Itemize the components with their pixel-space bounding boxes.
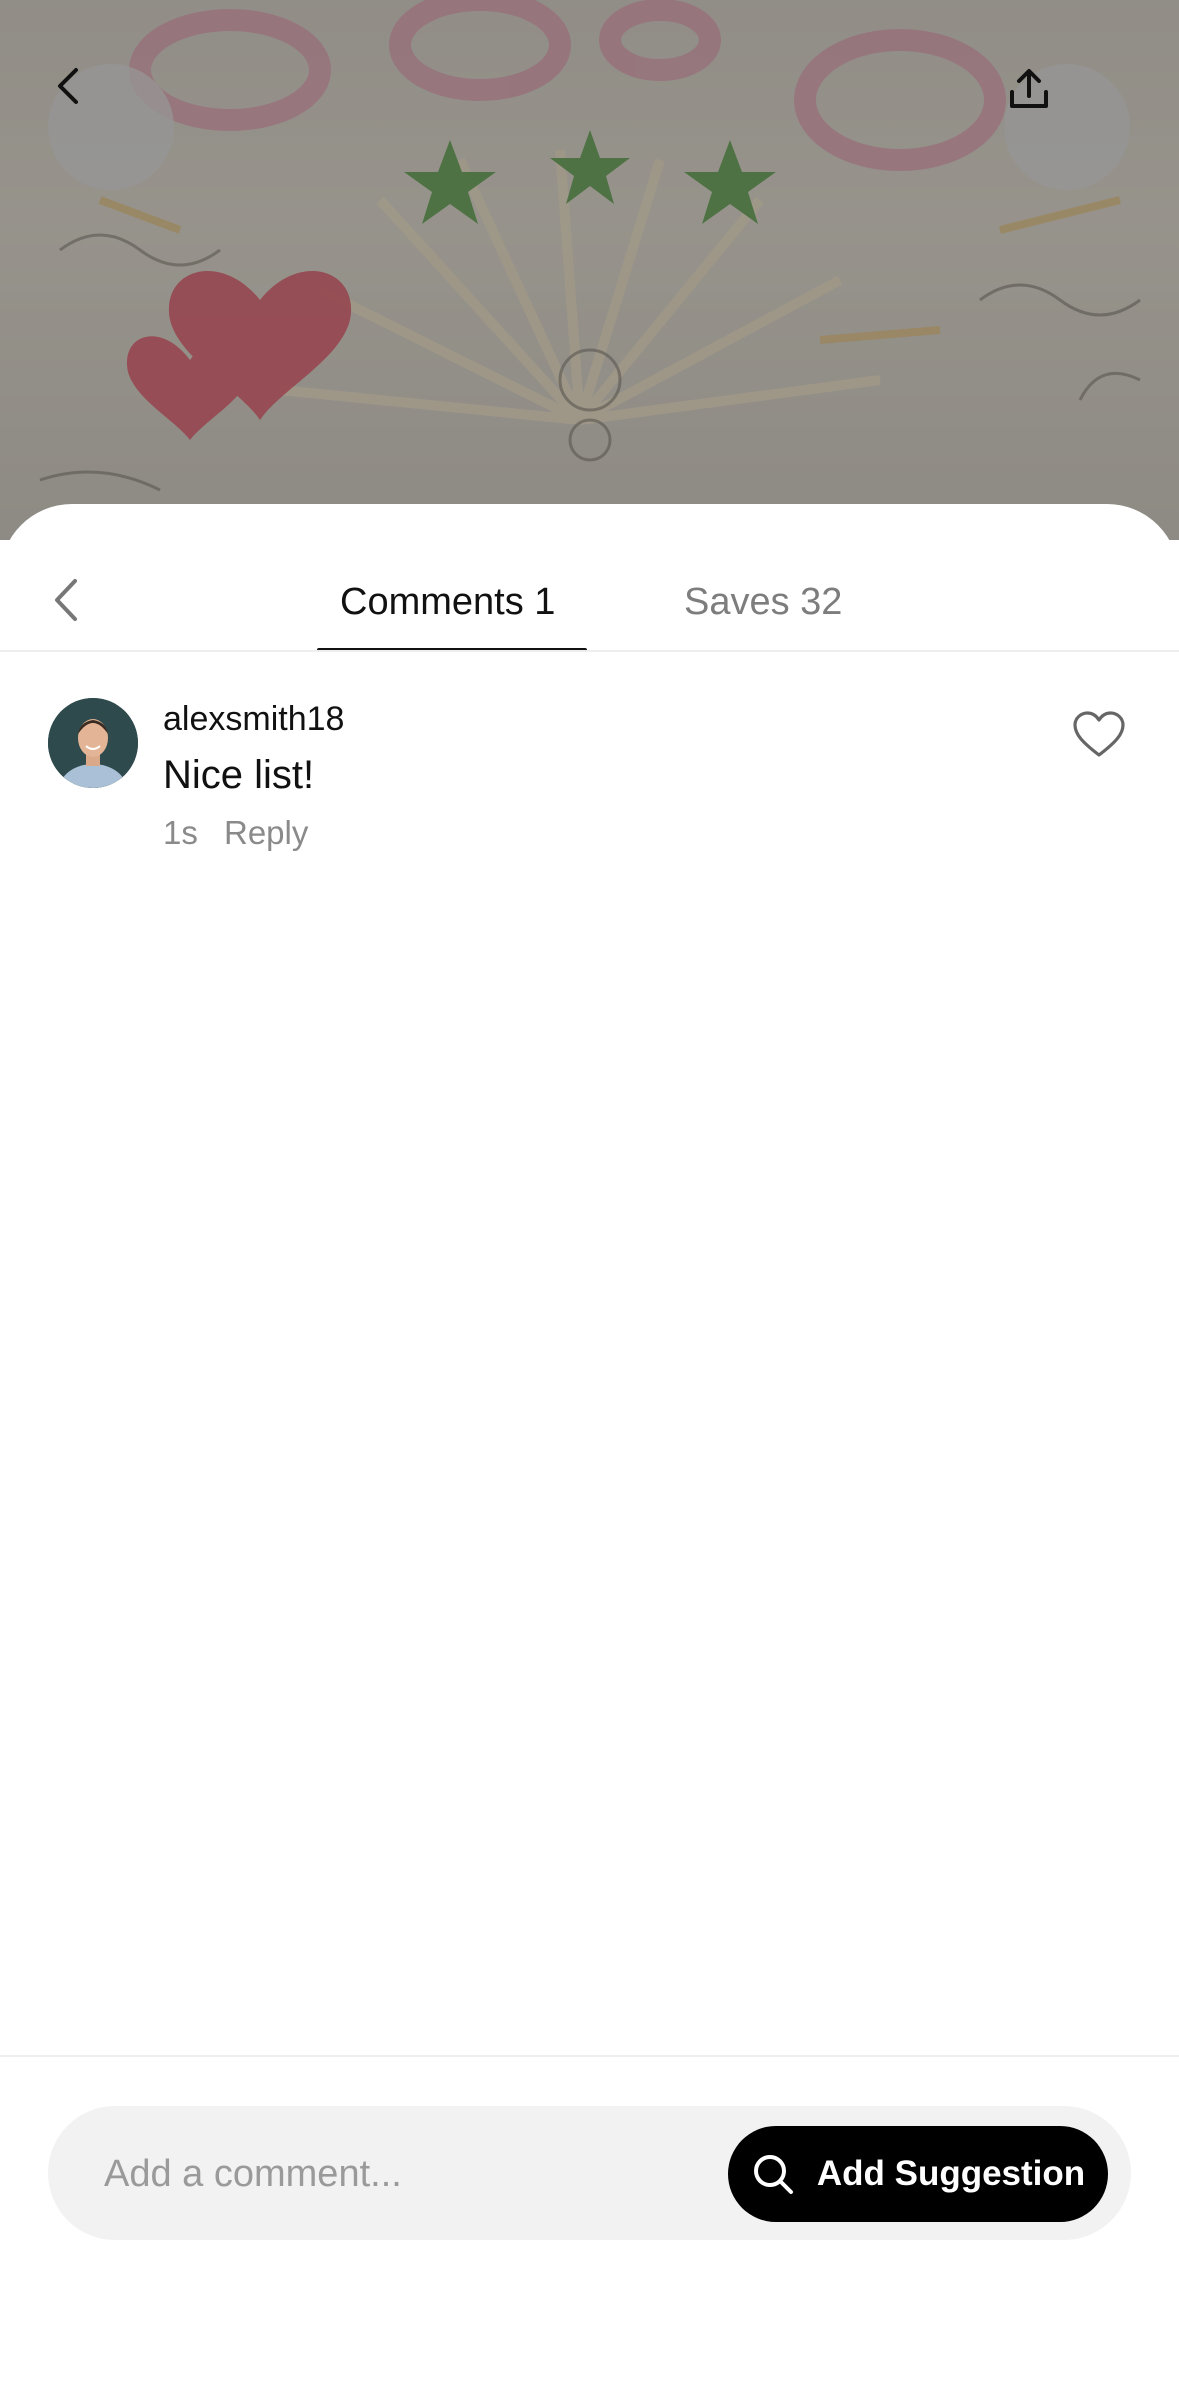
tab-comments[interactable]: Comments 1	[340, 574, 555, 630]
like-button[interactable]	[1072, 710, 1126, 760]
share-button[interactable]	[1004, 64, 1130, 190]
heart-outline-icon	[1073, 711, 1125, 757]
avatar[interactable]	[48, 698, 138, 788]
sheet-back-button[interactable]	[44, 570, 88, 630]
hero-artwork	[0, 0, 1179, 540]
avatar-image	[48, 698, 138, 788]
comment-text: Nice list!	[163, 753, 315, 797]
tab-divider	[0, 650, 1179, 652]
composer-divider	[0, 2055, 1179, 2057]
add-suggestion-label: Add Suggestion	[816, 2154, 1086, 2193]
comment-composer: Add Suggestion	[48, 2106, 1131, 2240]
search-icon	[753, 2155, 793, 2194]
comment-username[interactable]: alexsmith18	[163, 694, 344, 744]
hero-overlay	[0, 0, 1179, 540]
chevron-left-icon	[55, 579, 77, 621]
comment-timestamp: 1s	[163, 814, 198, 851]
tab-saves[interactable]: Saves 32	[684, 574, 842, 630]
back-button[interactable]	[48, 64, 174, 190]
reply-button[interactable]: Reply	[224, 810, 308, 856]
share-upload-icon	[1010, 69, 1048, 108]
comment-input[interactable]	[104, 2146, 704, 2202]
screen: Comments 1 Saves 32 alexsmith18 Nice lis…	[0, 0, 1179, 2396]
comment-item: alexsmith18 Nice list! 1s Reply	[0, 694, 1179, 874]
add-suggestion-button[interactable]: Add Suggestion	[728, 2126, 1108, 2222]
chevron-left-icon	[58, 68, 78, 104]
